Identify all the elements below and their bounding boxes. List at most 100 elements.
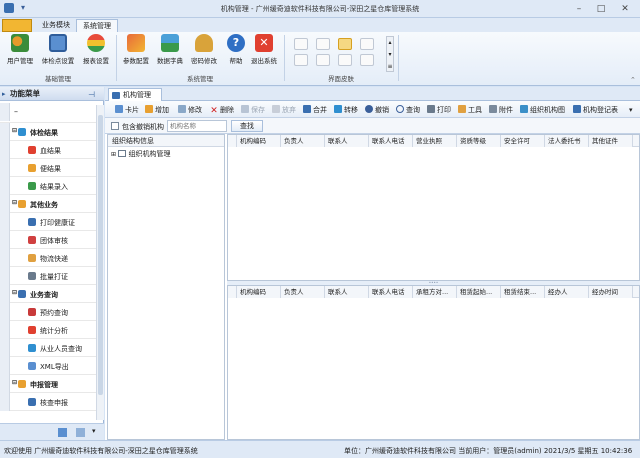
sidebar-item[interactable]: 打印健康证 — [0, 213, 104, 231]
sidebar-item[interactable]: 统计分析 — [0, 321, 104, 339]
view-mode-icon[interactable] — [76, 428, 85, 437]
column-header[interactable]: 机构编码 — [237, 286, 281, 298]
sidebar-pin-icon[interactable]: ⊣ — [88, 90, 95, 99]
collapse-icon[interactable]: ⊟ — [12, 379, 17, 386]
collapse-icon[interactable]: ⊟ — [12, 199, 17, 206]
skin-gallery-scroll[interactable]: ▴ ▾ ≡ — [386, 36, 394, 72]
sidebar-item[interactable]: 核查申报 — [0, 393, 104, 411]
maximize-icon[interactable]: □ — [590, 2, 612, 16]
attachment-button[interactable]: 附件 — [489, 104, 513, 116]
column-header[interactable]: 承租方对... — [413, 286, 457, 298]
merge-button[interactable]: 合并 — [303, 104, 327, 116]
tab-org-manage[interactable]: 机构管理 — [108, 88, 162, 101]
skin-vs-icon[interactable] — [316, 54, 330, 66]
column-header[interactable]: 经办时间 — [589, 286, 633, 298]
menu-item-icon — [28, 236, 36, 244]
sidebar-item[interactable]: 从业人员查询 — [0, 339, 104, 357]
password-change-button[interactable]: 密码修改 — [190, 34, 218, 72]
transfer-button[interactable]: 转移 — [334, 104, 358, 116]
column-header[interactable]: 其他证件 — [589, 135, 633, 147]
tree-root-node[interactable]: ⊞ 组织机构管理 — [111, 149, 171, 159]
sidebar-filter-row[interactable]: – — [0, 103, 104, 123]
tools-button[interactable]: 工具 — [458, 104, 482, 116]
org-chart-button[interactable]: 组织机构图 — [520, 104, 565, 116]
tab-system[interactable]: 系统管理 — [76, 19, 118, 32]
exit-button[interactable]: ✕ 退出系统 — [250, 34, 278, 72]
sidebar-item[interactable]: 物流快递 — [0, 249, 104, 267]
sidebar-item[interactable]: 批量打证 — [0, 267, 104, 285]
users-icon — [11, 34, 29, 52]
close-icon[interactable]: ✕ — [614, 2, 636, 16]
save-icon — [241, 105, 249, 113]
ribbon-collapse-icon[interactable]: ⌃ — [630, 76, 636, 84]
param-config-button[interactable]: 参数配置 — [122, 34, 150, 72]
checkpoint-settings-button[interactable]: 体检点设置 — [42, 34, 74, 72]
undo-button[interactable]: 撤销 — [365, 104, 389, 116]
tab-business[interactable]: 业务模块 — [36, 19, 76, 32]
sidebar-item[interactable]: 团体审核 — [0, 231, 104, 249]
key-icon — [195, 34, 213, 52]
org-name-input[interactable] — [167, 120, 227, 132]
skin-option-icon[interactable] — [316, 38, 330, 50]
column-header[interactable]: 资质等级 — [457, 135, 501, 147]
sidebar-menu-icon[interactable]: ▾ — [92, 427, 96, 435]
column-header[interactable]: 联系人 — [325, 135, 369, 147]
sidebar-category[interactable]: ⊟ 其他业务 — [0, 195, 104, 213]
skin-option-selected-icon[interactable] — [338, 38, 352, 50]
column-header[interactable]: 机构编码 — [237, 135, 281, 147]
column-header[interactable]: 营业执照 — [413, 135, 457, 147]
tree-expand-icon[interactable]: ⊞ — [111, 151, 116, 158]
column-header[interactable]: 联系人 — [325, 286, 369, 298]
org-register-button[interactable]: 机构登记表 — [573, 104, 618, 116]
sidebar-item[interactable]: 便结果 — [0, 159, 104, 177]
search-icon — [396, 105, 404, 113]
column-header[interactable]: 租赁起始... — [457, 286, 501, 298]
minimize-icon[interactable]: – — [568, 2, 590, 16]
help-button[interactable]: ? 帮助 — [222, 34, 250, 72]
print-button[interactable]: 打印 — [427, 104, 451, 116]
sidebar-scrollbar[interactable] — [96, 105, 104, 420]
collapse-icon[interactable]: ⊟ — [12, 289, 17, 296]
collapse-icon[interactable]: ⊟ — [12, 127, 17, 134]
file-tab[interactable] — [2, 19, 32, 32]
data-dict-button[interactable]: 数据字典 — [156, 34, 184, 72]
delete-button[interactable]: ✕ 删除 — [210, 104, 234, 116]
sidebar-item-label: 申报管理 — [30, 381, 58, 389]
sidebar-item[interactable]: 血结果 — [0, 141, 104, 159]
sidebar-item[interactable]: 结果录入 — [0, 177, 104, 195]
ribbon-separator — [398, 35, 399, 81]
column-header[interactable]: 负责人 — [281, 135, 325, 147]
sidebar-category[interactable]: ⊟ 业务查询 — [0, 285, 104, 303]
search-button[interactable]: 查找 — [231, 120, 263, 132]
column-header[interactable]: 法人委托书 — [545, 135, 589, 147]
sidebar-item[interactable]: XML导出 — [0, 357, 104, 375]
include-revoked-checkbox[interactable] — [111, 122, 119, 130]
skin-vs-icon[interactable] — [338, 54, 352, 66]
edit-button[interactable]: 修改 — [178, 104, 202, 116]
save-button[interactable]: 保存 — [241, 104, 265, 116]
user-manage-button[interactable]: 用户管理 — [6, 34, 34, 72]
column-header[interactable]: 租赁结束... — [501, 286, 545, 298]
toolbar-overflow-icon[interactable]: ▾ — [629, 104, 633, 116]
toolbar: 卡片 增加 修改 ✕ 删除 保存 放弃 合并 转移 撤销 查询 打印 工具 附件 … — [105, 101, 640, 118]
column-header[interactable]: 安全许可 — [501, 135, 545, 147]
sidebar-category[interactable]: ⊟ 体检结果 — [0, 123, 104, 141]
card-button[interactable]: 卡片 — [115, 104, 139, 116]
view-mode-icon[interactable] — [58, 428, 67, 437]
report-settings-button[interactable]: 报表设置 — [82, 34, 110, 72]
sidebar-category[interactable]: ⊟ 申报管理 — [0, 375, 104, 393]
sidebar-item[interactable]: 预约查询 — [0, 303, 104, 321]
add-button[interactable]: 增加 — [145, 104, 169, 116]
column-header[interactable]: 经办人 — [545, 286, 589, 298]
skin-office-icon[interactable] — [294, 38, 308, 50]
column-header[interactable]: 负责人 — [281, 286, 325, 298]
query-button[interactable]: 查询 — [396, 104, 420, 116]
sidebar: 功能菜单 ▸ ⊣ – ⊟ 体检结果 血结果 便结果 结果录入 ⊟ 其他业务 打印健康证 团体审核… — [0, 87, 104, 440]
skin-option-icon[interactable] — [360, 38, 374, 50]
column-header[interactable]: 联系人电话 — [369, 135, 413, 147]
category-icon — [18, 200, 26, 208]
discard-button[interactable]: 放弃 — [272, 104, 296, 116]
skin-option-icon[interactable] — [294, 54, 308, 66]
skin-option-icon[interactable] — [360, 54, 374, 66]
column-header[interactable]: 联系人电话 — [369, 286, 413, 298]
